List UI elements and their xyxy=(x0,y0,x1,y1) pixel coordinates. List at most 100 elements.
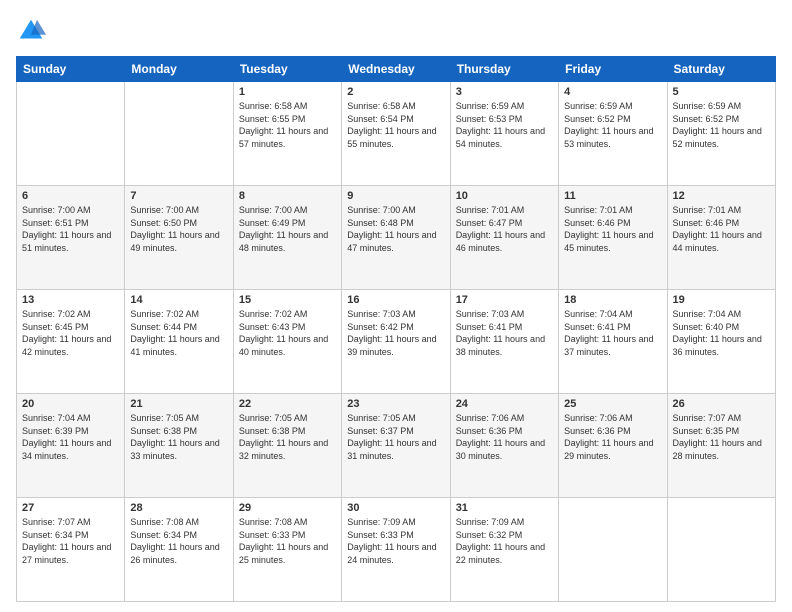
day-info: Sunrise: 7:00 AMSunset: 6:51 PMDaylight:… xyxy=(22,205,111,253)
calendar-cell: 3 Sunrise: 6:59 AMSunset: 6:53 PMDayligh… xyxy=(450,82,558,186)
day-number: 21 xyxy=(130,398,227,410)
day-number: 23 xyxy=(347,398,444,410)
day-info: Sunrise: 7:00 AMSunset: 6:49 PMDaylight:… xyxy=(239,205,328,253)
day-number: 15 xyxy=(239,294,336,306)
day-info: Sunrise: 7:05 AMSunset: 6:38 PMDaylight:… xyxy=(239,413,328,461)
calendar-cell: 28 Sunrise: 7:08 AMSunset: 6:34 PMDaylig… xyxy=(125,498,233,602)
day-number: 1 xyxy=(239,86,336,98)
day-number: 10 xyxy=(456,190,553,202)
calendar-cell: 20 Sunrise: 7:04 AMSunset: 6:39 PMDaylig… xyxy=(17,394,125,498)
calendar-cell: 22 Sunrise: 7:05 AMSunset: 6:38 PMDaylig… xyxy=(233,394,341,498)
day-info: Sunrise: 7:09 AMSunset: 6:32 PMDaylight:… xyxy=(456,517,545,565)
day-info: Sunrise: 6:58 AMSunset: 6:55 PMDaylight:… xyxy=(239,101,328,149)
calendar-cell xyxy=(17,82,125,186)
day-info: Sunrise: 7:06 AMSunset: 6:36 PMDaylight:… xyxy=(564,413,653,461)
calendar-cell: 9 Sunrise: 7:00 AMSunset: 6:48 PMDayligh… xyxy=(342,186,450,290)
day-number: 14 xyxy=(130,294,227,306)
calendar-header-saturday: Saturday xyxy=(667,57,775,82)
day-info: Sunrise: 7:04 AMSunset: 6:41 PMDaylight:… xyxy=(564,309,653,357)
page: SundayMondayTuesdayWednesdayThursdayFrid… xyxy=(0,0,792,612)
day-info: Sunrise: 6:59 AMSunset: 6:52 PMDaylight:… xyxy=(673,101,762,149)
day-number: 18 xyxy=(564,294,661,306)
logo xyxy=(16,16,50,46)
day-info: Sunrise: 7:08 AMSunset: 6:33 PMDaylight:… xyxy=(239,517,328,565)
day-number: 27 xyxy=(22,502,119,514)
calendar-cell: 11 Sunrise: 7:01 AMSunset: 6:46 PMDaylig… xyxy=(559,186,667,290)
day-info: Sunrise: 6:59 AMSunset: 6:53 PMDaylight:… xyxy=(456,101,545,149)
calendar-cell: 24 Sunrise: 7:06 AMSunset: 6:36 PMDaylig… xyxy=(450,394,558,498)
calendar-cell: 8 Sunrise: 7:00 AMSunset: 6:49 PMDayligh… xyxy=(233,186,341,290)
calendar: SundayMondayTuesdayWednesdayThursdayFrid… xyxy=(16,56,776,602)
day-number: 2 xyxy=(347,86,444,98)
calendar-cell: 31 Sunrise: 7:09 AMSunset: 6:32 PMDaylig… xyxy=(450,498,558,602)
day-info: Sunrise: 7:07 AMSunset: 6:35 PMDaylight:… xyxy=(673,413,762,461)
calendar-header-wednesday: Wednesday xyxy=(342,57,450,82)
day-number: 28 xyxy=(130,502,227,514)
day-number: 20 xyxy=(22,398,119,410)
day-number: 29 xyxy=(239,502,336,514)
calendar-cell: 19 Sunrise: 7:04 AMSunset: 6:40 PMDaylig… xyxy=(667,290,775,394)
calendar-header-thursday: Thursday xyxy=(450,57,558,82)
day-number: 26 xyxy=(673,398,770,410)
calendar-cell xyxy=(667,498,775,602)
day-number: 19 xyxy=(673,294,770,306)
calendar-cell: 1 Sunrise: 6:58 AMSunset: 6:55 PMDayligh… xyxy=(233,82,341,186)
calendar-cell: 16 Sunrise: 7:03 AMSunset: 6:42 PMDaylig… xyxy=(342,290,450,394)
day-info: Sunrise: 7:06 AMSunset: 6:36 PMDaylight:… xyxy=(456,413,545,461)
day-number: 13 xyxy=(22,294,119,306)
calendar-week-3: 13 Sunrise: 7:02 AMSunset: 6:45 PMDaylig… xyxy=(17,290,776,394)
calendar-cell xyxy=(125,82,233,186)
calendar-cell: 4 Sunrise: 6:59 AMSunset: 6:52 PMDayligh… xyxy=(559,82,667,186)
calendar-cell: 26 Sunrise: 7:07 AMSunset: 6:35 PMDaylig… xyxy=(667,394,775,498)
day-number: 11 xyxy=(564,190,661,202)
calendar-cell xyxy=(559,498,667,602)
day-number: 17 xyxy=(456,294,553,306)
calendar-cell: 25 Sunrise: 7:06 AMSunset: 6:36 PMDaylig… xyxy=(559,394,667,498)
calendar-cell: 10 Sunrise: 7:01 AMSunset: 6:47 PMDaylig… xyxy=(450,186,558,290)
day-info: Sunrise: 7:05 AMSunset: 6:37 PMDaylight:… xyxy=(347,413,436,461)
day-info: Sunrise: 7:02 AMSunset: 6:44 PMDaylight:… xyxy=(130,309,219,357)
calendar-header-row: SundayMondayTuesdayWednesdayThursdayFrid… xyxy=(17,57,776,82)
calendar-cell: 7 Sunrise: 7:00 AMSunset: 6:50 PMDayligh… xyxy=(125,186,233,290)
day-number: 7 xyxy=(130,190,227,202)
logo-icon xyxy=(16,16,46,46)
calendar-week-2: 6 Sunrise: 7:00 AMSunset: 6:51 PMDayligh… xyxy=(17,186,776,290)
calendar-cell: 13 Sunrise: 7:02 AMSunset: 6:45 PMDaylig… xyxy=(17,290,125,394)
calendar-cell: 30 Sunrise: 7:09 AMSunset: 6:33 PMDaylig… xyxy=(342,498,450,602)
day-info: Sunrise: 7:00 AMSunset: 6:48 PMDaylight:… xyxy=(347,205,436,253)
day-info: Sunrise: 7:02 AMSunset: 6:43 PMDaylight:… xyxy=(239,309,328,357)
calendar-cell: 14 Sunrise: 7:02 AMSunset: 6:44 PMDaylig… xyxy=(125,290,233,394)
day-number: 16 xyxy=(347,294,444,306)
day-info: Sunrise: 7:01 AMSunset: 6:46 PMDaylight:… xyxy=(564,205,653,253)
day-info: Sunrise: 7:08 AMSunset: 6:34 PMDaylight:… xyxy=(130,517,219,565)
calendar-cell: 5 Sunrise: 6:59 AMSunset: 6:52 PMDayligh… xyxy=(667,82,775,186)
day-info: Sunrise: 7:05 AMSunset: 6:38 PMDaylight:… xyxy=(130,413,219,461)
calendar-header-tuesday: Tuesday xyxy=(233,57,341,82)
day-info: Sunrise: 7:00 AMSunset: 6:50 PMDaylight:… xyxy=(130,205,219,253)
calendar-week-5: 27 Sunrise: 7:07 AMSunset: 6:34 PMDaylig… xyxy=(17,498,776,602)
day-info: Sunrise: 7:04 AMSunset: 6:40 PMDaylight:… xyxy=(673,309,762,357)
day-number: 8 xyxy=(239,190,336,202)
calendar-header-friday: Friday xyxy=(559,57,667,82)
calendar-header-sunday: Sunday xyxy=(17,57,125,82)
day-number: 12 xyxy=(673,190,770,202)
day-info: Sunrise: 7:01 AMSunset: 6:47 PMDaylight:… xyxy=(456,205,545,253)
calendar-cell: 6 Sunrise: 7:00 AMSunset: 6:51 PMDayligh… xyxy=(17,186,125,290)
day-info: Sunrise: 7:02 AMSunset: 6:45 PMDaylight:… xyxy=(22,309,111,357)
day-info: Sunrise: 7:07 AMSunset: 6:34 PMDaylight:… xyxy=(22,517,111,565)
day-number: 24 xyxy=(456,398,553,410)
header xyxy=(16,16,776,46)
day-number: 22 xyxy=(239,398,336,410)
calendar-week-4: 20 Sunrise: 7:04 AMSunset: 6:39 PMDaylig… xyxy=(17,394,776,498)
calendar-cell: 12 Sunrise: 7:01 AMSunset: 6:46 PMDaylig… xyxy=(667,186,775,290)
day-info: Sunrise: 7:03 AMSunset: 6:42 PMDaylight:… xyxy=(347,309,436,357)
calendar-cell: 23 Sunrise: 7:05 AMSunset: 6:37 PMDaylig… xyxy=(342,394,450,498)
day-info: Sunrise: 7:01 AMSunset: 6:46 PMDaylight:… xyxy=(673,205,762,253)
day-number: 25 xyxy=(564,398,661,410)
day-number: 30 xyxy=(347,502,444,514)
day-info: Sunrise: 6:59 AMSunset: 6:52 PMDaylight:… xyxy=(564,101,653,149)
calendar-week-1: 1 Sunrise: 6:58 AMSunset: 6:55 PMDayligh… xyxy=(17,82,776,186)
day-number: 31 xyxy=(456,502,553,514)
day-info: Sunrise: 6:58 AMSunset: 6:54 PMDaylight:… xyxy=(347,101,436,149)
day-number: 3 xyxy=(456,86,553,98)
